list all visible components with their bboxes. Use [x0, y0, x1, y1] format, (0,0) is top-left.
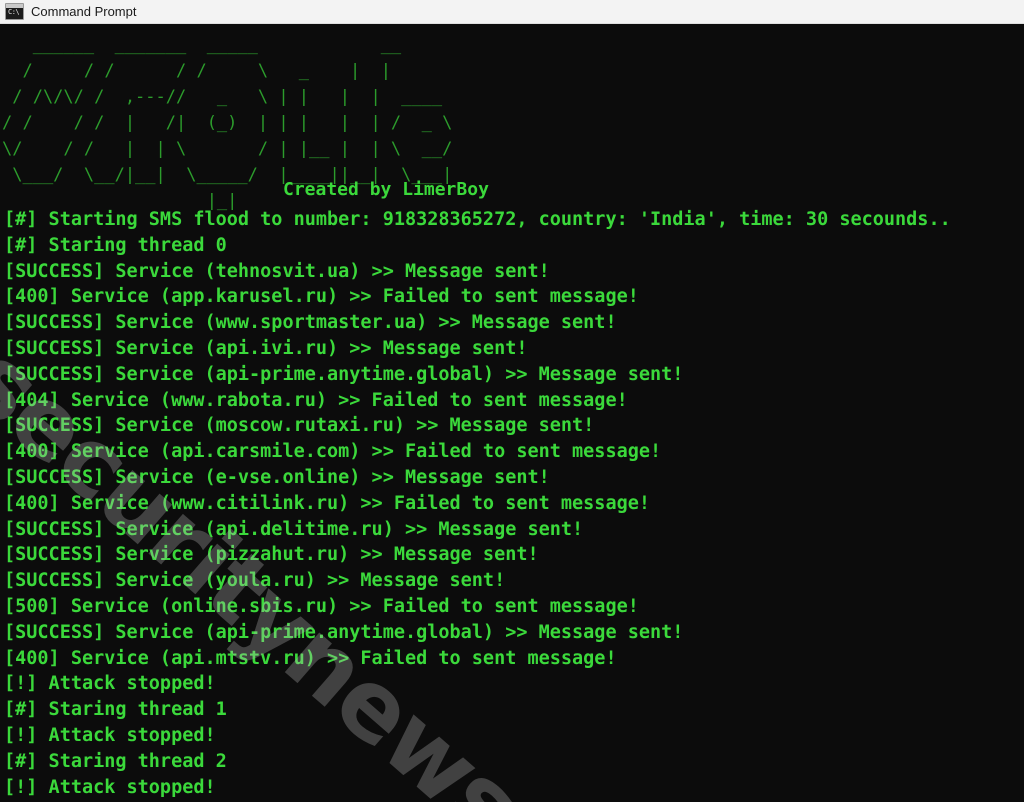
console-log-line: [SUCCESS] Service (api-prime.anytime.glo…	[4, 621, 684, 643]
console-log-line: [400] Service (app.karusel.ru) >> Failed…	[4, 286, 639, 308]
console-log-line: [#] Starting SMS flood to number: 918328…	[4, 209, 951, 230]
console-log-line: [#] Staring thread 1	[4, 699, 227, 721]
console-log-line: [SUCCESS] Service (api.delitime.ru) >> M…	[4, 518, 584, 540]
icon-prompt-glyph: C:\	[8, 8, 20, 16]
console-log-line: [!] Attack stopped!	[4, 776, 216, 798]
command-prompt-window: C:\ Command Prompt ______ _______ _____ …	[0, 0, 1024, 802]
banner-credit-text: Created by LimerBoy	[283, 179, 489, 200]
console-log-line: [SUCCESS] Service (www.sportmaster.ua) >…	[4, 312, 617, 334]
console-log-line: [#] Staring thread 0	[4, 234, 227, 256]
command-prompt-icon: C:\	[5, 3, 24, 20]
console-log-line: [400] Service (api.carsmile.com) >> Fail…	[4, 441, 662, 463]
console-log-line: [404] Service (www.rabota.ru) >> Failed …	[4, 389, 628, 411]
console-log-line: [SUCCESS] Service (youla.ru) >> Message …	[4, 570, 506, 592]
console-log-line: [SUCCESS] Service (pizzahut.ru) >> Messa…	[4, 544, 539, 566]
console-log-line: [!] Attack stopped!	[4, 673, 216, 695]
console-log-line: [#] Staring thread 2	[4, 750, 227, 772]
console-log-line: [SUCCESS] Service (moscow.rutaxi.ru) >> …	[4, 415, 595, 437]
console-log-list: [#] Starting SMS flood to number: 918328…	[4, 207, 1024, 800]
console-log-line: [SUCCESS] Service (api.ivi.ru) >> Messag…	[4, 337, 528, 359]
window-title: Command Prompt	[31, 4, 137, 19]
console-log-line: [400] Service (api.mtstv.ru) >> Failed t…	[4, 647, 617, 669]
console-output-area[interactable]: ______ _______ _____ __ / / / / / \ _ | …	[0, 24, 1024, 802]
console-log-line: [SUCCESS] Service (e-vse.online) >> Mess…	[4, 466, 550, 488]
console-log-line: [!] Attack stopped!	[4, 724, 216, 746]
console-log-line: [SUCCESS] Service (tehnosvit.ua) >> Mess…	[4, 260, 550, 282]
console-log-line: [500] Service (online.sbis.ru) >> Failed…	[4, 595, 639, 617]
window-titlebar[interactable]: C:\ Command Prompt	[0, 0, 1024, 24]
console-log-line: [SUCCESS] Service (api-prime.anytime.glo…	[4, 363, 684, 385]
console-log-line: [400] Service (www.citilink.ru) >> Faile…	[4, 492, 651, 514]
